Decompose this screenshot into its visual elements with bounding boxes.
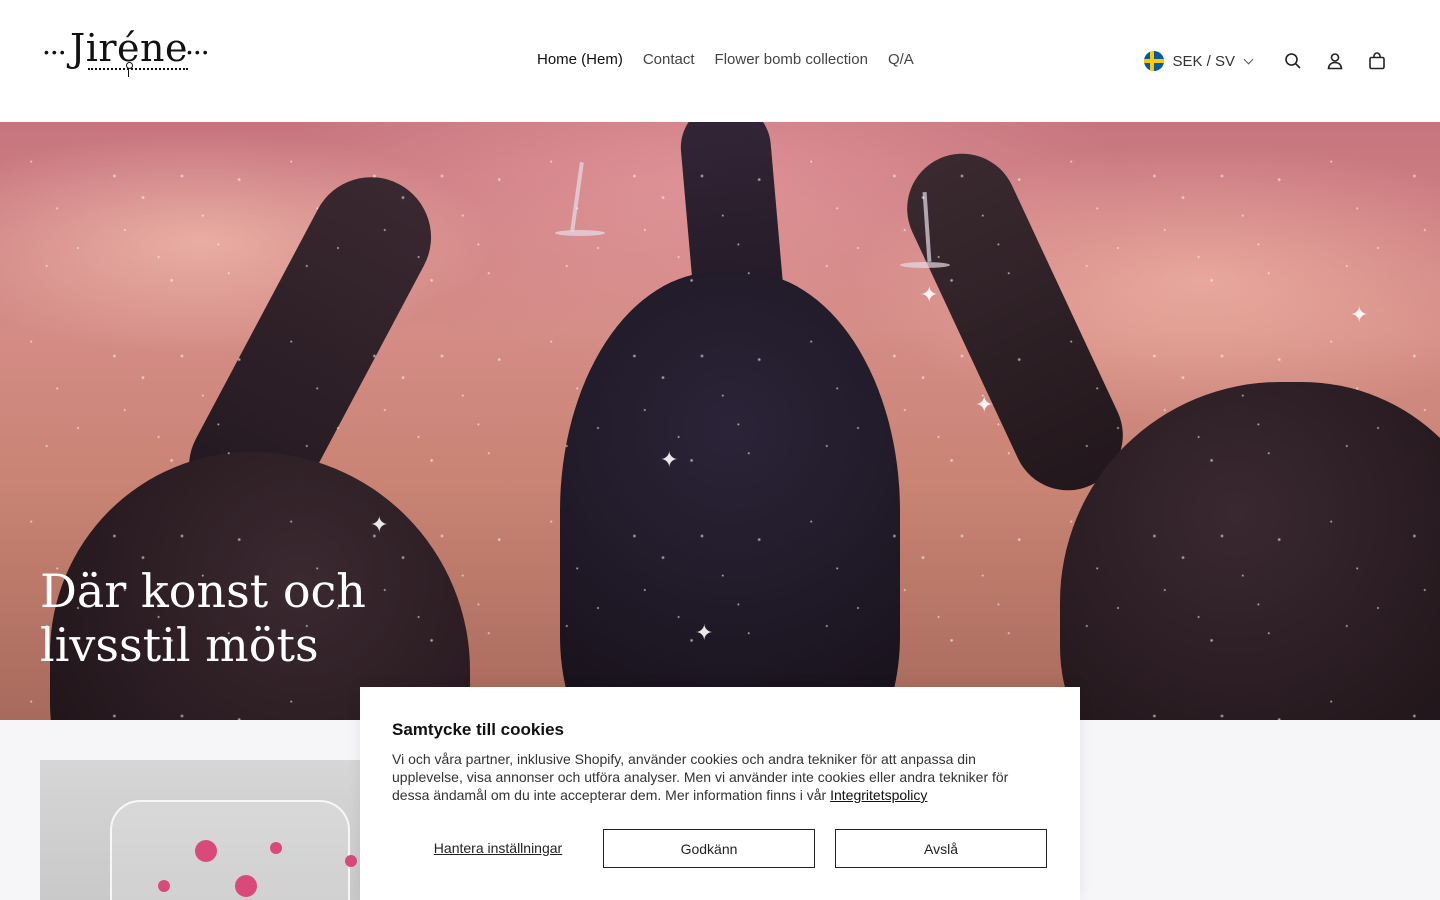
site-logo[interactable]: ••• Jiréne ••• bbox=[40, 26, 220, 86]
account-icon[interactable] bbox=[1324, 50, 1346, 72]
nav-qa[interactable]: Q/A bbox=[888, 50, 914, 70]
flower-decoration bbox=[235, 875, 257, 897]
cart-icon[interactable] bbox=[1366, 50, 1388, 72]
cookie-text: Vi och våra partner, inklusive Shopify, … bbox=[392, 750, 1048, 804]
header-utilities: SEK / SV bbox=[1144, 50, 1388, 72]
nav-home[interactable]: Home (Hem) bbox=[537, 50, 623, 70]
sparkle-icon: ✦ bbox=[1350, 302, 1369, 327]
logo-dots-left: ••• bbox=[44, 44, 68, 60]
hero-title: Där konst och livsstil möts bbox=[40, 564, 366, 672]
flower-decoration bbox=[270, 842, 282, 854]
decline-button[interactable]: Avslå bbox=[835, 829, 1047, 868]
nav-flower-bomb-collection[interactable]: Flower bomb collection bbox=[715, 50, 868, 70]
privacy-policy-link[interactable]: Integritetspolicy bbox=[830, 787, 927, 803]
sparkle-icon: ✦ bbox=[975, 392, 994, 417]
flower-decoration bbox=[345, 855, 357, 867]
logo-ornament bbox=[124, 62, 133, 78]
hero-banner: ✦ ✦ ✦ ✦ ✦ ✦ Där konst och livsstil möts bbox=[0, 122, 1440, 720]
product-card-image[interactable] bbox=[40, 760, 370, 900]
chevron-down-icon bbox=[1243, 54, 1254, 64]
nav-contact[interactable]: Contact bbox=[643, 50, 695, 70]
manage-settings-button[interactable]: Hantera inställningar bbox=[392, 829, 604, 868]
locale-selector[interactable]: SEK / SV bbox=[1144, 51, 1254, 71]
main-nav: Home (Hem) Contact Flower bomb collectio… bbox=[537, 50, 914, 70]
accept-button[interactable]: Godkänn bbox=[603, 829, 815, 868]
flower-decoration bbox=[158, 880, 170, 892]
product-glass bbox=[110, 800, 350, 900]
sparkle-icon: ✦ bbox=[370, 512, 389, 537]
flower-decoration bbox=[195, 840, 217, 862]
sparkle-icon: ✦ bbox=[660, 447, 679, 472]
logo-underline bbox=[88, 68, 188, 70]
cookie-title: Samtycke till cookies bbox=[392, 720, 564, 739]
logo-dots-right: ••• bbox=[187, 44, 211, 60]
cookie-actions: Hantera inställningar Godkänn Avslå bbox=[392, 829, 1048, 868]
sparkle-icon: ✦ bbox=[695, 620, 714, 645]
site-header: ••• Jiréne ••• Home (Hem) Contact Flower… bbox=[0, 0, 1440, 122]
sparkle-icon: ✦ bbox=[920, 282, 939, 307]
search-icon[interactable] bbox=[1282, 50, 1304, 72]
locale-label: SEK / SV bbox=[1172, 52, 1235, 70]
cookie-consent-dialog: Samtycke till cookies Vi och våra partne… bbox=[360, 687, 1080, 900]
sweden-flag-icon bbox=[1144, 51, 1165, 71]
